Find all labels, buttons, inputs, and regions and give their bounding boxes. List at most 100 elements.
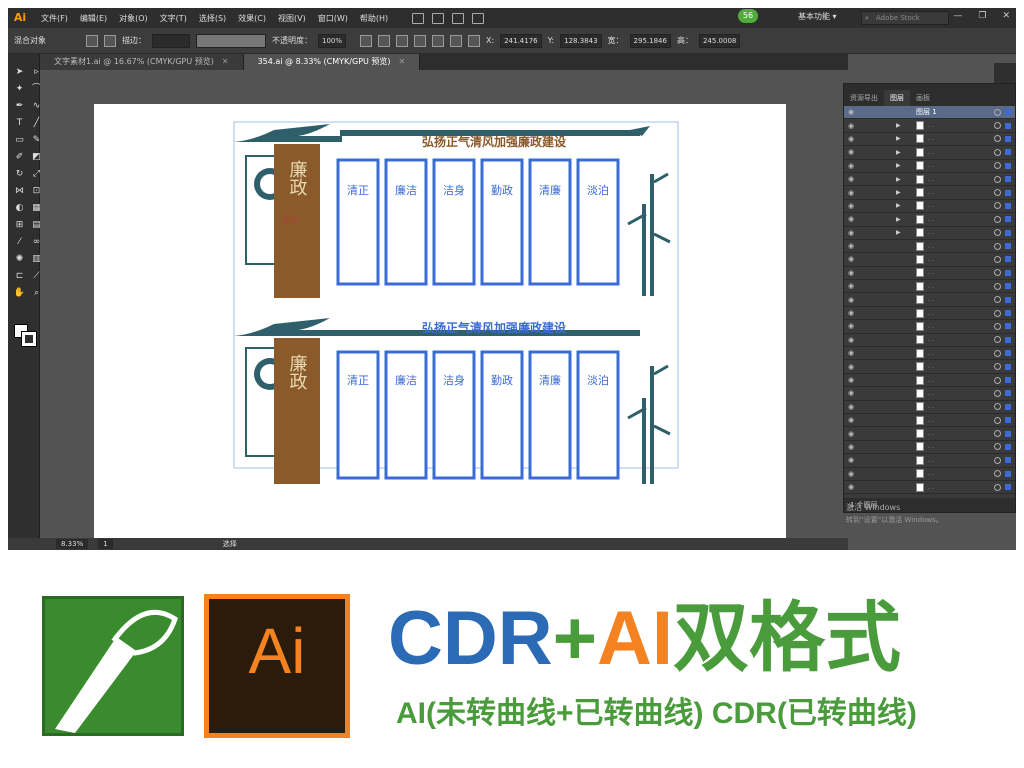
- minimize-icon[interactable]: —: [953, 11, 962, 21]
- eyedropper-icon[interactable]: ⁄: [13, 236, 26, 249]
- align-center-icon[interactable]: [396, 34, 409, 47]
- sublayer-row[interactable]: ◉ . .: [844, 347, 1015, 361]
- menu-view[interactable]: 视图(V): [278, 13, 306, 24]
- target-icon[interactable]: [994, 282, 1001, 290]
- hand-tool-icon[interactable]: ✋: [13, 287, 26, 300]
- eye-icon[interactable]: ◉: [848, 416, 858, 424]
- sublayer-row[interactable]: ◉ ▶ . .: [844, 227, 1015, 240]
- maximize-icon[interactable]: ❐: [978, 11, 986, 21]
- target-icon[interactable]: [994, 255, 1001, 263]
- layer-row[interactable]: ◉ 图层 1: [844, 106, 1015, 120]
- shaper-tool-icon[interactable]: ✐: [13, 151, 26, 164]
- stroke-weight-field[interactable]: [152, 33, 190, 48]
- align-middle-icon[interactable]: [450, 34, 463, 47]
- align-right-icon[interactable]: [414, 34, 427, 47]
- sublayer-row[interactable]: ◉ . .: [844, 454, 1015, 468]
- sublayer-row[interactable]: ◉ . .: [844, 360, 1015, 374]
- eye-icon[interactable]: ◉: [848, 336, 858, 344]
- sublayer-row[interactable]: ◉ . .: [844, 320, 1015, 334]
- notification-badge[interactable]: 56: [738, 9, 758, 23]
- target-icon[interactable]: [994, 189, 1001, 197]
- eye-icon[interactable]: ◉: [848, 363, 858, 371]
- target-icon[interactable]: [994, 470, 1001, 478]
- target-icon[interactable]: [994, 162, 1001, 170]
- artwork-design[interactable]: 弘扬正气清风加强廉政建设 廉政 文化 清正 廉洁 洁身 勤政 清廉 淡泊 弘扬正…: [94, 104, 786, 542]
- eye-icon[interactable]: ◉: [848, 175, 858, 183]
- gpu-performance-icon[interactable]: [472, 12, 485, 24]
- rectangle-tool-icon[interactable]: ▭: [13, 134, 26, 147]
- target-icon[interactable]: [994, 376, 1001, 384]
- shape-builder-icon[interactable]: ◐: [13, 202, 26, 215]
- target-icon[interactable]: [994, 108, 1001, 116]
- recolor-icon[interactable]: [360, 34, 373, 47]
- target-icon[interactable]: [994, 122, 1001, 130]
- eye-icon[interactable]: ◉: [848, 430, 858, 438]
- selection-tool-icon[interactable]: ➤: [13, 66, 26, 79]
- sublayer-row[interactable]: ◉ . .: [844, 441, 1015, 455]
- sublayer-row[interactable]: ◉ . .: [844, 307, 1015, 321]
- eye-icon[interactable]: ◉: [848, 162, 858, 170]
- width-tool-icon[interactable]: ⋈: [13, 185, 26, 198]
- target-icon[interactable]: [994, 148, 1001, 156]
- expand-arrow-icon[interactable]: ▶: [896, 216, 901, 223]
- zoom-field[interactable]: 8.33%: [56, 539, 89, 549]
- align-bottom-icon[interactable]: [468, 34, 481, 47]
- rotate-tool-icon[interactable]: ↻: [13, 168, 26, 181]
- target-icon[interactable]: [994, 296, 1001, 304]
- artboard-tool-icon[interactable]: ⊏: [13, 270, 26, 283]
- opacity-field[interactable]: 100%: [318, 33, 347, 48]
- expand-arrow-icon[interactable]: ▶: [896, 229, 901, 236]
- target-icon[interactable]: [994, 443, 1001, 451]
- target-icon[interactable]: [994, 175, 1001, 183]
- arrange-documents-icon[interactable]: [452, 12, 465, 24]
- pen-tool-icon[interactable]: ✒: [13, 100, 26, 113]
- eye-icon[interactable]: ◉: [848, 470, 858, 478]
- fill-swatch-icon[interactable]: [86, 34, 98, 47]
- expand-arrow-icon[interactable]: ▶: [896, 189, 901, 196]
- expand-arrow-icon[interactable]: ▶: [896, 162, 901, 169]
- target-icon[interactable]: [994, 269, 1001, 277]
- eye-icon[interactable]: ◉: [848, 322, 858, 330]
- eye-icon[interactable]: ◉: [848, 389, 858, 397]
- expand-arrow-icon[interactable]: ▶: [896, 135, 901, 142]
- eye-icon[interactable]: ◉: [848, 189, 858, 197]
- artboard[interactable]: 弘扬正气清风加强廉政建设 廉政 文化 清正 廉洁 洁身 勤政 清廉 淡泊 弘扬正…: [94, 104, 786, 542]
- target-icon[interactable]: [994, 229, 1001, 237]
- menu-window[interactable]: 窗口(W): [318, 13, 348, 24]
- sublayer-row[interactable]: ◉ ▶ . .: [844, 119, 1015, 133]
- symbol-sprayer-icon[interactable]: ✺: [13, 253, 26, 266]
- sublayer-row[interactable]: ◉ . .: [844, 267, 1015, 281]
- eye-icon[interactable]: ◉: [848, 296, 858, 304]
- eye-icon[interactable]: ◉: [848, 282, 858, 290]
- sublayer-row[interactable]: ◉ . .: [844, 293, 1015, 307]
- target-icon[interactable]: [994, 336, 1001, 344]
- tab-asset-export[interactable]: 资源导出: [844, 90, 884, 106]
- close-icon[interactable]: ✕: [222, 57, 229, 66]
- eye-icon[interactable]: ◉: [848, 269, 858, 277]
- workspace-switcher[interactable]: 基本功能 ▾: [798, 11, 837, 22]
- eye-icon[interactable]: ◉: [848, 403, 858, 411]
- menu-effect[interactable]: 效果(C): [238, 13, 266, 24]
- sublayer-row[interactable]: ◉ . .: [844, 468, 1015, 481]
- eye-icon[interactable]: ◉: [848, 443, 858, 451]
- menu-object[interactable]: 对象(O): [119, 13, 148, 24]
- sublayer-row[interactable]: ◉ . .: [844, 334, 1015, 348]
- expand-arrow-icon[interactable]: ▶: [896, 122, 901, 129]
- eye-icon[interactable]: ◉: [848, 309, 858, 317]
- target-icon[interactable]: [994, 403, 1001, 411]
- canvas-area[interactable]: 弘扬正气清风加强廉政建设 廉政 文化 清正 廉洁 洁身 勤政 清廉 淡泊 弘扬正…: [40, 70, 848, 542]
- tab-document-2[interactable]: 354.ai @ 8.33% (CMYK/GPU 预览) ✕: [243, 54, 421, 70]
- type-tool-icon[interactable]: T: [13, 117, 26, 130]
- sublayer-row[interactable]: ◉ . .: [844, 481, 1015, 495]
- target-icon[interactable]: [994, 483, 1001, 491]
- target-icon[interactable]: [994, 202, 1001, 210]
- eye-icon[interactable]: ◉: [848, 108, 858, 116]
- sublayer-row[interactable]: ◉ ▶ . .: [844, 200, 1015, 214]
- eye-icon[interactable]: ◉: [848, 148, 858, 156]
- eye-icon[interactable]: ◉: [848, 122, 858, 130]
- sublayer-row[interactable]: ◉ ▶ . .: [844, 146, 1015, 160]
- eye-icon[interactable]: ◉: [848, 242, 858, 250]
- sublayer-row[interactable]: ◉ . .: [844, 374, 1015, 388]
- eye-icon[interactable]: ◉: [848, 135, 858, 143]
- eye-icon[interactable]: ◉: [848, 483, 858, 491]
